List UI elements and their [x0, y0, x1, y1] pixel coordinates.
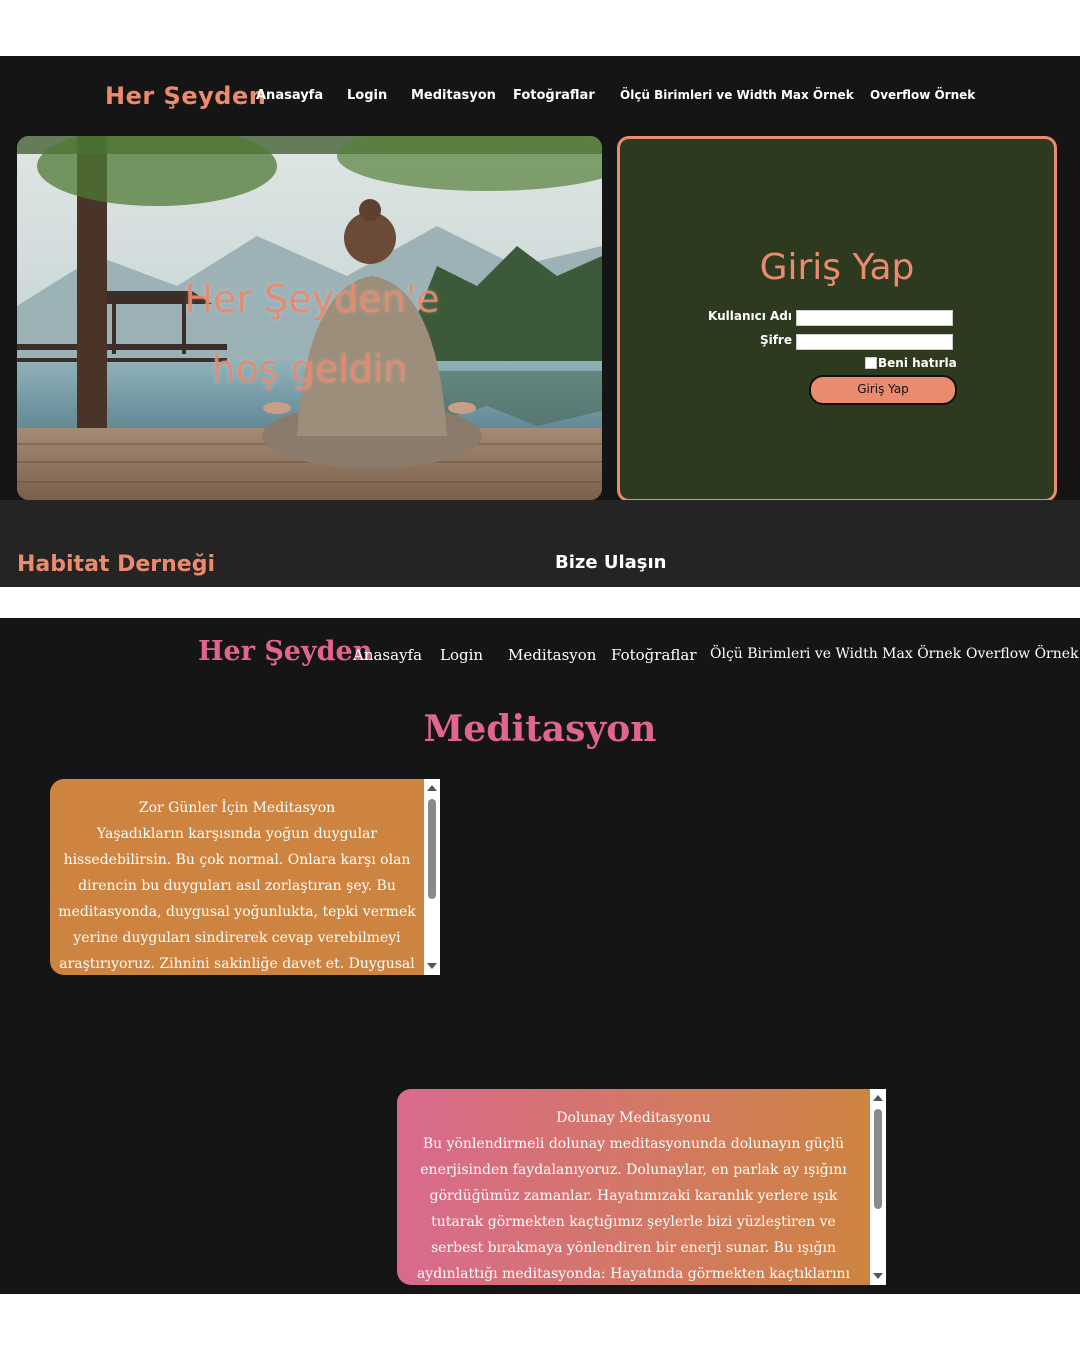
scroll-up-icon[interactable] — [873, 1095, 883, 1101]
scroll-thumb[interactable] — [428, 799, 436, 899]
nav-link-fotograflar[interactable]: Fotoğraflar — [611, 646, 697, 664]
page-title: Meditasyon — [423, 708, 657, 750]
remember-checkbox[interactable] — [865, 357, 877, 369]
footer: Habitat Derneği Bize Ulaşın — [0, 500, 1080, 587]
nav-link-anasayfa[interactable]: Anasayfa — [353, 646, 422, 664]
nav-link-meditasyon[interactable]: Meditasyon — [411, 88, 496, 103]
hero-line-2: hoş geldin — [211, 347, 408, 391]
hero-image: Her Şeyden'e hoş geldin — [17, 136, 602, 500]
scroll-down-icon[interactable] — [427, 963, 437, 969]
login-heading: Giriş Yap — [759, 247, 915, 288]
login-submit-button[interactable]: Giriş Yap — [809, 375, 957, 405]
screenshot-meditation: Her Şeyden Anasayfa Login Meditasyon Fot… — [0, 618, 1080, 1294]
card-title: Zor Günler İçin Meditasyon — [138, 800, 336, 816]
meditation-card[interactable]: Zor Günler İçin Meditasyon Yaşadıkların … — [50, 779, 424, 975]
scroll-thumb[interactable] — [874, 1109, 882, 1209]
username-label: Kullanıcı Adı — [707, 309, 792, 323]
card-scrollbar[interactable] — [870, 1089, 886, 1285]
brand-logo[interactable]: Her Şeyden — [198, 636, 372, 667]
nav-link-meditasyon[interactable]: Meditasyon — [508, 646, 596, 664]
card-title: Dolunay Meditasyonu — [556, 1110, 711, 1126]
nav-link-olcu-birimleri[interactable]: Ölçü Birimleri ve Width Max Örnek — [710, 646, 961, 662]
nav-link-anasayfa[interactable]: Anasayfa — [256, 88, 323, 103]
login-panel: Giriş Yap Kullanıcı Adı Şifre Beni hatır… — [617, 136, 1057, 502]
remember-label: Beni hatırla — [878, 356, 957, 370]
nav-link-overflow[interactable]: Overflow Örnek — [966, 646, 1079, 662]
username-input[interactable] — [796, 310, 953, 326]
footer-brand: Habitat Derneği — [17, 552, 215, 577]
brand-logo[interactable]: Her Şeyden — [105, 82, 266, 110]
nav-link-login[interactable]: Login — [347, 88, 387, 103]
password-label: Şifre — [759, 333, 792, 347]
contact-link[interactable]: Bize Ulaşın — [555, 552, 666, 573]
nav-link-login[interactable]: Login — [440, 646, 483, 664]
card-body: Bu yönlendirmeli dolunay meditasyonunda … — [416, 1136, 851, 1282]
scroll-down-icon[interactable] — [873, 1273, 883, 1279]
card-scrollbar[interactable] — [424, 779, 440, 975]
nav-link-olcu-birimleri[interactable]: Ölçü Birimleri ve Width Max Örnek — [620, 88, 854, 102]
nav-link-fotograflar[interactable]: Fotoğraflar — [513, 88, 595, 103]
scroll-up-icon[interactable] — [427, 785, 437, 791]
password-input[interactable] — [796, 334, 953, 350]
card-body: Yaşadıkların karşısında yoğun duygular h… — [58, 826, 416, 972]
hero-line-1: Her Şeyden'e — [184, 277, 440, 321]
screenshot-home: Her Şeyden Anasayfa Login Meditasyon Fot… — [0, 56, 1080, 587]
top-navbar: Her Şeyden Anasayfa Login Meditasyon Fot… — [0, 82, 1080, 112]
nav-link-overflow[interactable]: Overflow Örnek — [870, 88, 975, 102]
meditation-card[interactable]: Dolunay Meditasyonu Bu yönlendirmeli dol… — [397, 1089, 870, 1285]
hero-welcome-heading: Her Şeyden'e hoş geldin — [17, 264, 602, 404]
